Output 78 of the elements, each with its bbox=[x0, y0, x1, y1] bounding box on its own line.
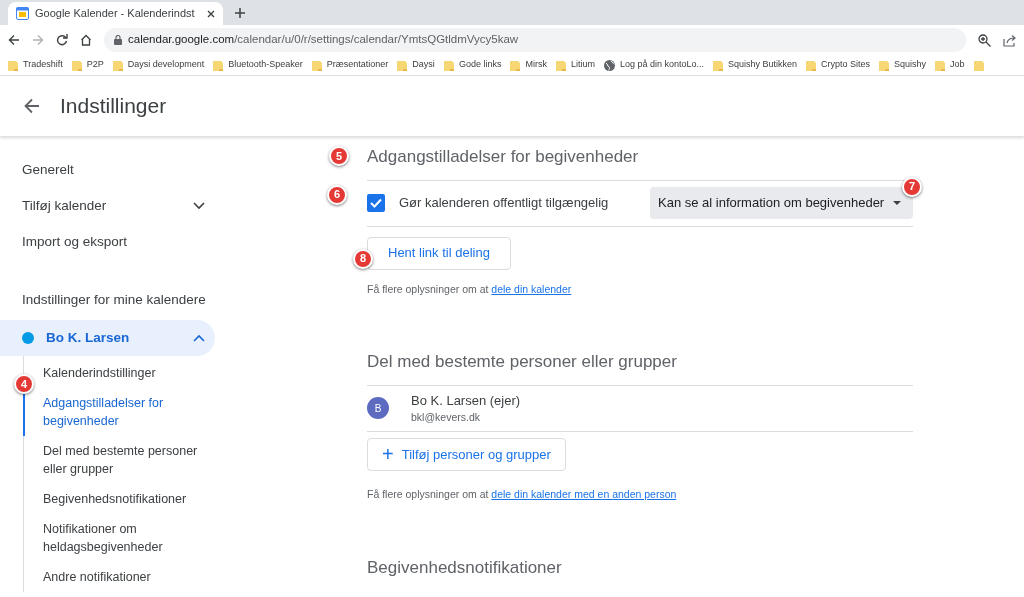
browser-tab[interactable]: Google Kalender - Kalenderindst bbox=[8, 2, 223, 25]
folder-icon bbox=[935, 59, 946, 71]
reload-icon[interactable] bbox=[56, 34, 68, 46]
folder-icon bbox=[443, 59, 454, 71]
folder-icon bbox=[112, 59, 123, 71]
bookmark[interactable]: Daysi bbox=[397, 58, 435, 72]
folder-icon bbox=[71, 59, 82, 71]
address-bar[interactable]: calendar.google.com/calendar/u/0/r/settings/calendar/YmtsQGtldmVycy5kaw bbox=[104, 28, 966, 52]
globe-icon bbox=[603, 59, 615, 71]
annotation-marker: 6 bbox=[327, 184, 347, 205]
bookmark[interactable]: Daysi development bbox=[112, 58, 205, 72]
dropdown-arrow-icon bbox=[893, 201, 901, 205]
bookmark[interactable]: Præsentationer bbox=[311, 58, 389, 72]
sidebar-subitem[interactable]: Begivenhedsnotifikationer bbox=[43, 484, 213, 514]
folder-icon bbox=[806, 59, 817, 71]
person-name: Bo K. Larsen (ejer) bbox=[411, 391, 521, 410]
person-email: bkl@kevers.dk bbox=[411, 410, 481, 426]
sidebar-subitem[interactable]: Andre notifikationer bbox=[43, 562, 213, 592]
help-link[interactable]: dele din kalender med en anden person bbox=[491, 487, 677, 500]
zoom-icon[interactable] bbox=[978, 33, 991, 47]
back-icon[interactable] bbox=[24, 98, 40, 114]
bookmark[interactable]: Crypto Sites bbox=[806, 58, 871, 72]
add-people-button[interactable]: + Tilføj personer og grupper bbox=[367, 437, 566, 471]
bookmark[interactable]: Squishy bbox=[879, 58, 927, 72]
checkbox-label: Gør kalenderen offentligt tilgængelig bbox=[399, 194, 609, 213]
close-icon[interactable] bbox=[207, 9, 215, 18]
bookmark[interactable]: P2P bbox=[71, 58, 104, 72]
section-heading: Indstillinger for mine kalendere bbox=[21, 290, 207, 309]
calendar-icon bbox=[16, 7, 29, 20]
annotation-marker: 5 bbox=[329, 146, 349, 166]
tab-title: Google Kalender - Kalenderindst bbox=[35, 6, 196, 22]
url-text: calendar.google.com/calendar/u/0/r/settings/calendar/YmtsQGtldmVycy5kaw bbox=[128, 32, 519, 48]
annotation-marker: 8 bbox=[353, 248, 373, 269]
folder-icon bbox=[879, 59, 890, 71]
home-icon[interactable] bbox=[80, 34, 92, 46]
calendar-item[interactable]: Bo K. Larsen bbox=[0, 320, 215, 356]
section-title: Adgangstilladelser for begivenheder bbox=[367, 136, 913, 181]
bookmark[interactable]: Mirsk bbox=[510, 58, 547, 72]
folder-icon bbox=[555, 59, 566, 71]
chevron-up-icon bbox=[193, 334, 205, 342]
sidebar-item[interactable]: Import og eksport bbox=[0, 224, 215, 260]
page-title: Indstillinger bbox=[60, 93, 167, 119]
sidebar-subitem[interactable]: Adgangstilladelser for begivenheder bbox=[43, 388, 213, 436]
lock-icon bbox=[114, 35, 122, 45]
new-tab-icon[interactable] bbox=[235, 8, 245, 18]
get-link-button[interactable]: Hent link til deling bbox=[367, 236, 511, 270]
folder-icon bbox=[213, 59, 224, 71]
section-title: Del med bestemte personer eller grupper bbox=[367, 341, 913, 386]
help-text: Få flere oplysninger om at dele din kalender bbox=[367, 281, 573, 297]
annotation-marker: 7 bbox=[902, 176, 922, 197]
help-text: Få flere oplysninger om at dele din kalender med en anden person bbox=[367, 486, 678, 502]
help-link[interactable]: dele din kalender bbox=[491, 282, 572, 295]
bookmark[interactable]: Log på din kontoLo... bbox=[603, 58, 704, 72]
folder-icon bbox=[311, 59, 322, 71]
sidebar-subitem[interactable]: Del med bestemte personer eller grupper bbox=[43, 436, 213, 484]
back-icon[interactable] bbox=[8, 34, 20, 46]
sidebar-subitem[interactable]: Kalenderindstillinger bbox=[43, 358, 213, 388]
folder-icon bbox=[8, 59, 18, 71]
sidebar-item[interactable]: Tilføj kalender bbox=[0, 188, 215, 224]
folder-icon bbox=[397, 59, 408, 71]
folder-icon bbox=[973, 59, 984, 71]
bookmark[interactable]: Squishy Butikken bbox=[713, 58, 798, 72]
avatar: B bbox=[367, 397, 389, 420]
bookmark[interactable]: Litium bbox=[555, 58, 595, 72]
sidebar-item[interactable]: Generelt bbox=[0, 152, 215, 188]
folder-icon bbox=[713, 59, 723, 71]
share-icon[interactable] bbox=[1003, 33, 1016, 47]
checkmark-icon bbox=[370, 198, 382, 208]
checkbox[interactable] bbox=[367, 194, 385, 212]
section-title: Begivenhedsnotifikationer bbox=[367, 556, 563, 579]
bookmark[interactable]: Tradeshift bbox=[8, 58, 63, 72]
annotation-marker: 4 bbox=[14, 374, 34, 394]
sidebar-subitem[interactable]: Notifikationer om heldagsbegivenheder bbox=[43, 514, 213, 562]
bookmark[interactable]: Bluetooth-Speaker bbox=[213, 58, 303, 72]
chevron-down-icon bbox=[193, 202, 205, 210]
folder-icon bbox=[510, 59, 521, 71]
bookmark[interactable]: Gode links bbox=[443, 58, 502, 72]
bookmark[interactable]: Job bbox=[935, 58, 965, 72]
